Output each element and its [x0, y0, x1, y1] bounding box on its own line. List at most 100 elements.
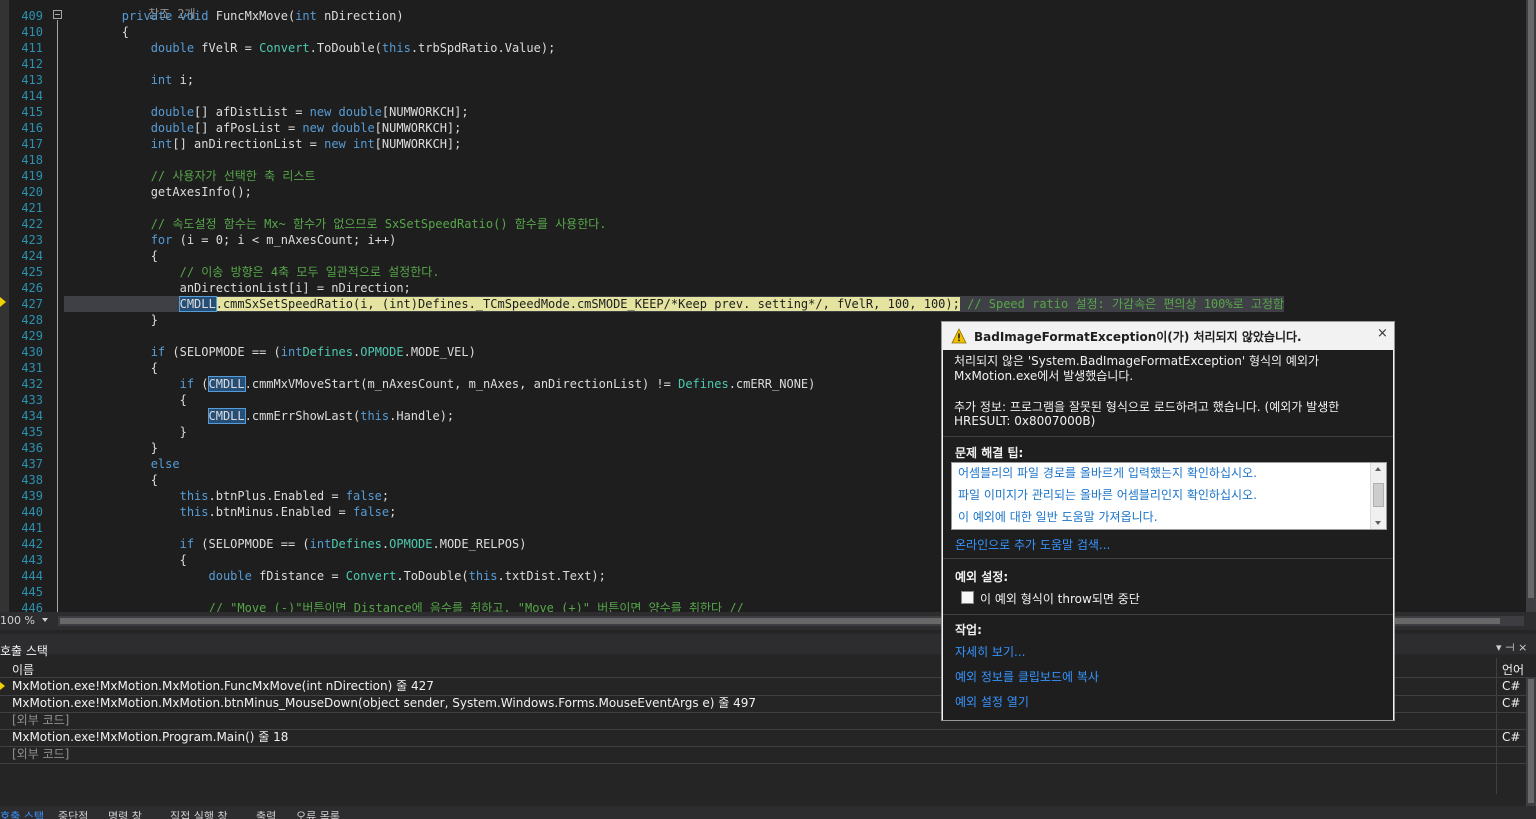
call-stack-frame[interactable]: [외부 코드]: [0, 746, 1526, 764]
scroll-up-icon[interactable]: [1375, 467, 1381, 471]
code-text[interactable]: {: [64, 472, 158, 488]
tip-link[interactable]: 이 예외에 대한 일반 도움말 가져옵니다.: [958, 508, 1158, 525]
tips-scrollbar-thumb[interactable]: [1373, 483, 1384, 507]
code-line[interactable]: 419 // 사용자가 선택한 축 리스트: [0, 168, 1526, 184]
frame-name: MxMotion.exe!MxMotion.MxMotion.FuncMxMov…: [12, 679, 434, 693]
code-text[interactable]: double fDistance = Convert.ToDouble(this…: [64, 568, 605, 584]
tool-tab[interactable]: 오류 목록: [296, 808, 340, 819]
code-text[interactable]: }: [64, 440, 158, 456]
code-text[interactable]: for (i = 0; i < m_nAxesCount; i++): [64, 232, 397, 248]
code-text[interactable]: else: [64, 456, 180, 472]
code-text[interactable]: getAxesInfo();: [64, 184, 252, 200]
open-exception-settings-link[interactable]: 예외 설정 열기: [955, 693, 1029, 710]
code-line[interactable]: 411 double fVelR = Convert.ToDouble(this…: [0, 40, 1526, 56]
code-text[interactable]: // "Move (-)"버튼이면 Distance에 음수를 취하고, "Mo…: [64, 600, 743, 612]
code-text[interactable]: }: [64, 424, 187, 440]
code-token: .ToDouble(: [396, 569, 469, 583]
highlighted-reference: CMDLL: [207, 408, 246, 424]
tool-tab[interactable]: 직접 실행 창: [170, 808, 228, 819]
code-token: {: [64, 25, 130, 39]
code-token: int: [280, 345, 303, 359]
zoom-dropdown-icon[interactable]: [42, 618, 48, 622]
code-line[interactable]: 424 {: [0, 248, 1526, 264]
code-text[interactable]: if (SELOPMODE == (intDefines.OPMODE.MODE…: [64, 344, 476, 360]
code-line[interactable]: 416 double[] afPosList = new double[NUMW…: [0, 120, 1526, 136]
code-line[interactable]: 417 int[] anDirectionList = new int[NUMW…: [0, 136, 1526, 152]
tool-tab[interactable]: 중단점: [58, 808, 88, 819]
code-line[interactable]: 409 private void FuncMxMove(int nDirecti…: [0, 8, 1526, 24]
code-text[interactable]: {: [64, 360, 158, 376]
tool-tab[interactable]: 명령 창: [108, 808, 142, 819]
code-text[interactable]: if (SELOPMODE == (intDefines.OPMODE.MODE…: [64, 536, 527, 552]
divider: [943, 558, 1393, 559]
code-text[interactable]: double[] afPosList = new double[NUMWORKC…: [64, 120, 462, 136]
call-stack-scrollbar[interactable]: [1526, 677, 1536, 807]
code-line[interactable]: 412: [0, 56, 1526, 72]
column-header-language[interactable]: 언어: [1502, 661, 1524, 678]
code-text[interactable]: int[] anDirectionList = new int[NUMWORKC…: [64, 136, 462, 152]
code-text[interactable]: // 사용자가 선택한 축 리스트: [64, 168, 316, 184]
code-text[interactable]: CMDLL.cmmErrShowLast(this.Handle);: [64, 408, 454, 424]
call-stack-frame[interactable]: MxMotion.exe!MxMotion.Program.Main() 줄 1…: [0, 729, 1526, 747]
code-text[interactable]: private void FuncMxMove(int nDirection): [64, 8, 404, 24]
tip-link[interactable]: 어셈블리의 파일 경로를 올바르게 입력했는지 확인하십시오.: [958, 464, 1257, 481]
code-line[interactable]: 421: [0, 200, 1526, 216]
online-help-link[interactable]: 온라인으로 추가 도움말 검색...: [955, 536, 1110, 553]
code-line[interactable]: 422 // 속도설정 함수는 Mx~ 함수가 없으므로 SxSetSpeedR…: [0, 216, 1526, 232]
exception-message-line1: 처리되지 않은 'System.BadImageFormatException'…: [954, 354, 1320, 368]
code-token: [NUMWORKCH];: [381, 105, 469, 119]
frame-name: [외부 코드]: [12, 713, 70, 727]
code-text[interactable]: this.btnMinus.Enabled = false;: [64, 504, 397, 520]
editor-vertical-scrollbar[interactable]: [1526, 0, 1536, 612]
code-text[interactable]: if (CMDLL.cmmMxVMoveStart(m_nAxesCount, …: [64, 376, 815, 392]
view-detail-link[interactable]: 자세히 보기...: [955, 643, 1025, 660]
code-text[interactable]: int i;: [64, 72, 194, 88]
zoom-level[interactable]: 100 %: [0, 614, 35, 627]
code-text[interactable]: double fVelR = Convert.ToDouble(this.trb…: [64, 40, 556, 56]
code-token: .MODE_RELPOS): [432, 537, 527, 551]
pane-controls-icon[interactable]: ▾ ⊣ ×: [1496, 641, 1527, 654]
line-number: 439: [21, 489, 43, 503]
code-line[interactable]: 414: [0, 88, 1526, 104]
code-line-current[interactable]: 427 CMDLL.cmmSxSetSpeedRatio(i, (int)Def…: [0, 296, 1526, 312]
code-line[interactable]: 410 {: [0, 24, 1526, 40]
tip-link[interactable]: 파일 이미지가 관리되는 올바른 어셈블리인지 확인하십시오.: [958, 486, 1257, 503]
tool-tab[interactable]: 호출 스택: [0, 808, 44, 819]
code-token: OPMODE: [360, 345, 404, 359]
close-icon[interactable]: ×: [1377, 326, 1388, 341]
column-header-name[interactable]: 이름: [12, 661, 34, 678]
code-text[interactable]: {: [64, 248, 158, 264]
code-line[interactable]: 420 getAxesInfo();: [0, 184, 1526, 200]
break-on-throw-checkbox[interactable]: [961, 591, 974, 604]
code-token: (i = 0; i < m_nAxesCount; i++): [172, 233, 397, 247]
tips-scrollbar[interactable]: [1370, 463, 1386, 529]
code-line[interactable]: 423 for (i = 0; i < m_nAxesCount; i++): [0, 232, 1526, 248]
code-text[interactable]: this.btnPlus.Enabled = false;: [64, 488, 390, 504]
tool-tab[interactable]: 출력: [256, 808, 276, 819]
code-token: {: [64, 393, 187, 407]
call-stack-scrollbar-thumb[interactable]: [1528, 679, 1534, 803]
code-text[interactable]: }: [64, 312, 158, 328]
break-on-throw-label[interactable]: 이 예외 형식이 throw되면 중단: [980, 590, 1140, 607]
code-line[interactable]: 425 // 이송 방향은 4축 모두 일관적으로 설정한다.: [0, 264, 1526, 280]
troubleshooting-tips-list[interactable]: 어셈블리의 파일 경로를 올바르게 입력했는지 확인하십시오. 파일 이미지가 …: [951, 462, 1387, 530]
code-line[interactable]: 413 int i;: [0, 72, 1526, 88]
code-text[interactable]: anDirectionList[i] = nDirection;: [64, 280, 411, 296]
code-text[interactable]: {: [64, 24, 129, 40]
scrollbar-thumb[interactable]: [1528, 0, 1534, 598]
code-line[interactable]: 426 anDirectionList[i] = nDirection;: [0, 280, 1526, 296]
code-text[interactable]: CMDLL.cmmSxSetSpeedRatio(i, (int)Defines…: [64, 296, 1284, 312]
scroll-down-icon[interactable]: [1375, 521, 1381, 525]
code-token: .MODE_VEL): [403, 345, 476, 359]
code-text[interactable]: // 속도설정 함수는 Mx~ 함수가 없으므로 SxSetSpeedRatio…: [64, 216, 607, 232]
copy-to-clipboard-link[interactable]: 예외 정보를 클립보드에 복사: [955, 668, 1099, 685]
line-number: 427: [21, 297, 43, 311]
code-text[interactable]: double[] afDistList = new double[NUMWORK…: [64, 104, 469, 120]
code-line[interactable]: 418: [0, 152, 1526, 168]
line-number: 420: [21, 185, 43, 199]
code-token: new double: [302, 121, 375, 135]
code-text[interactable]: // 이송 방향은 4축 모두 일관적으로 설정한다.: [64, 264, 440, 280]
code-text[interactable]: {: [64, 552, 187, 568]
code-text[interactable]: {: [64, 392, 187, 408]
code-line[interactable]: 415 double[] afDistList = new double[NUM…: [0, 104, 1526, 120]
